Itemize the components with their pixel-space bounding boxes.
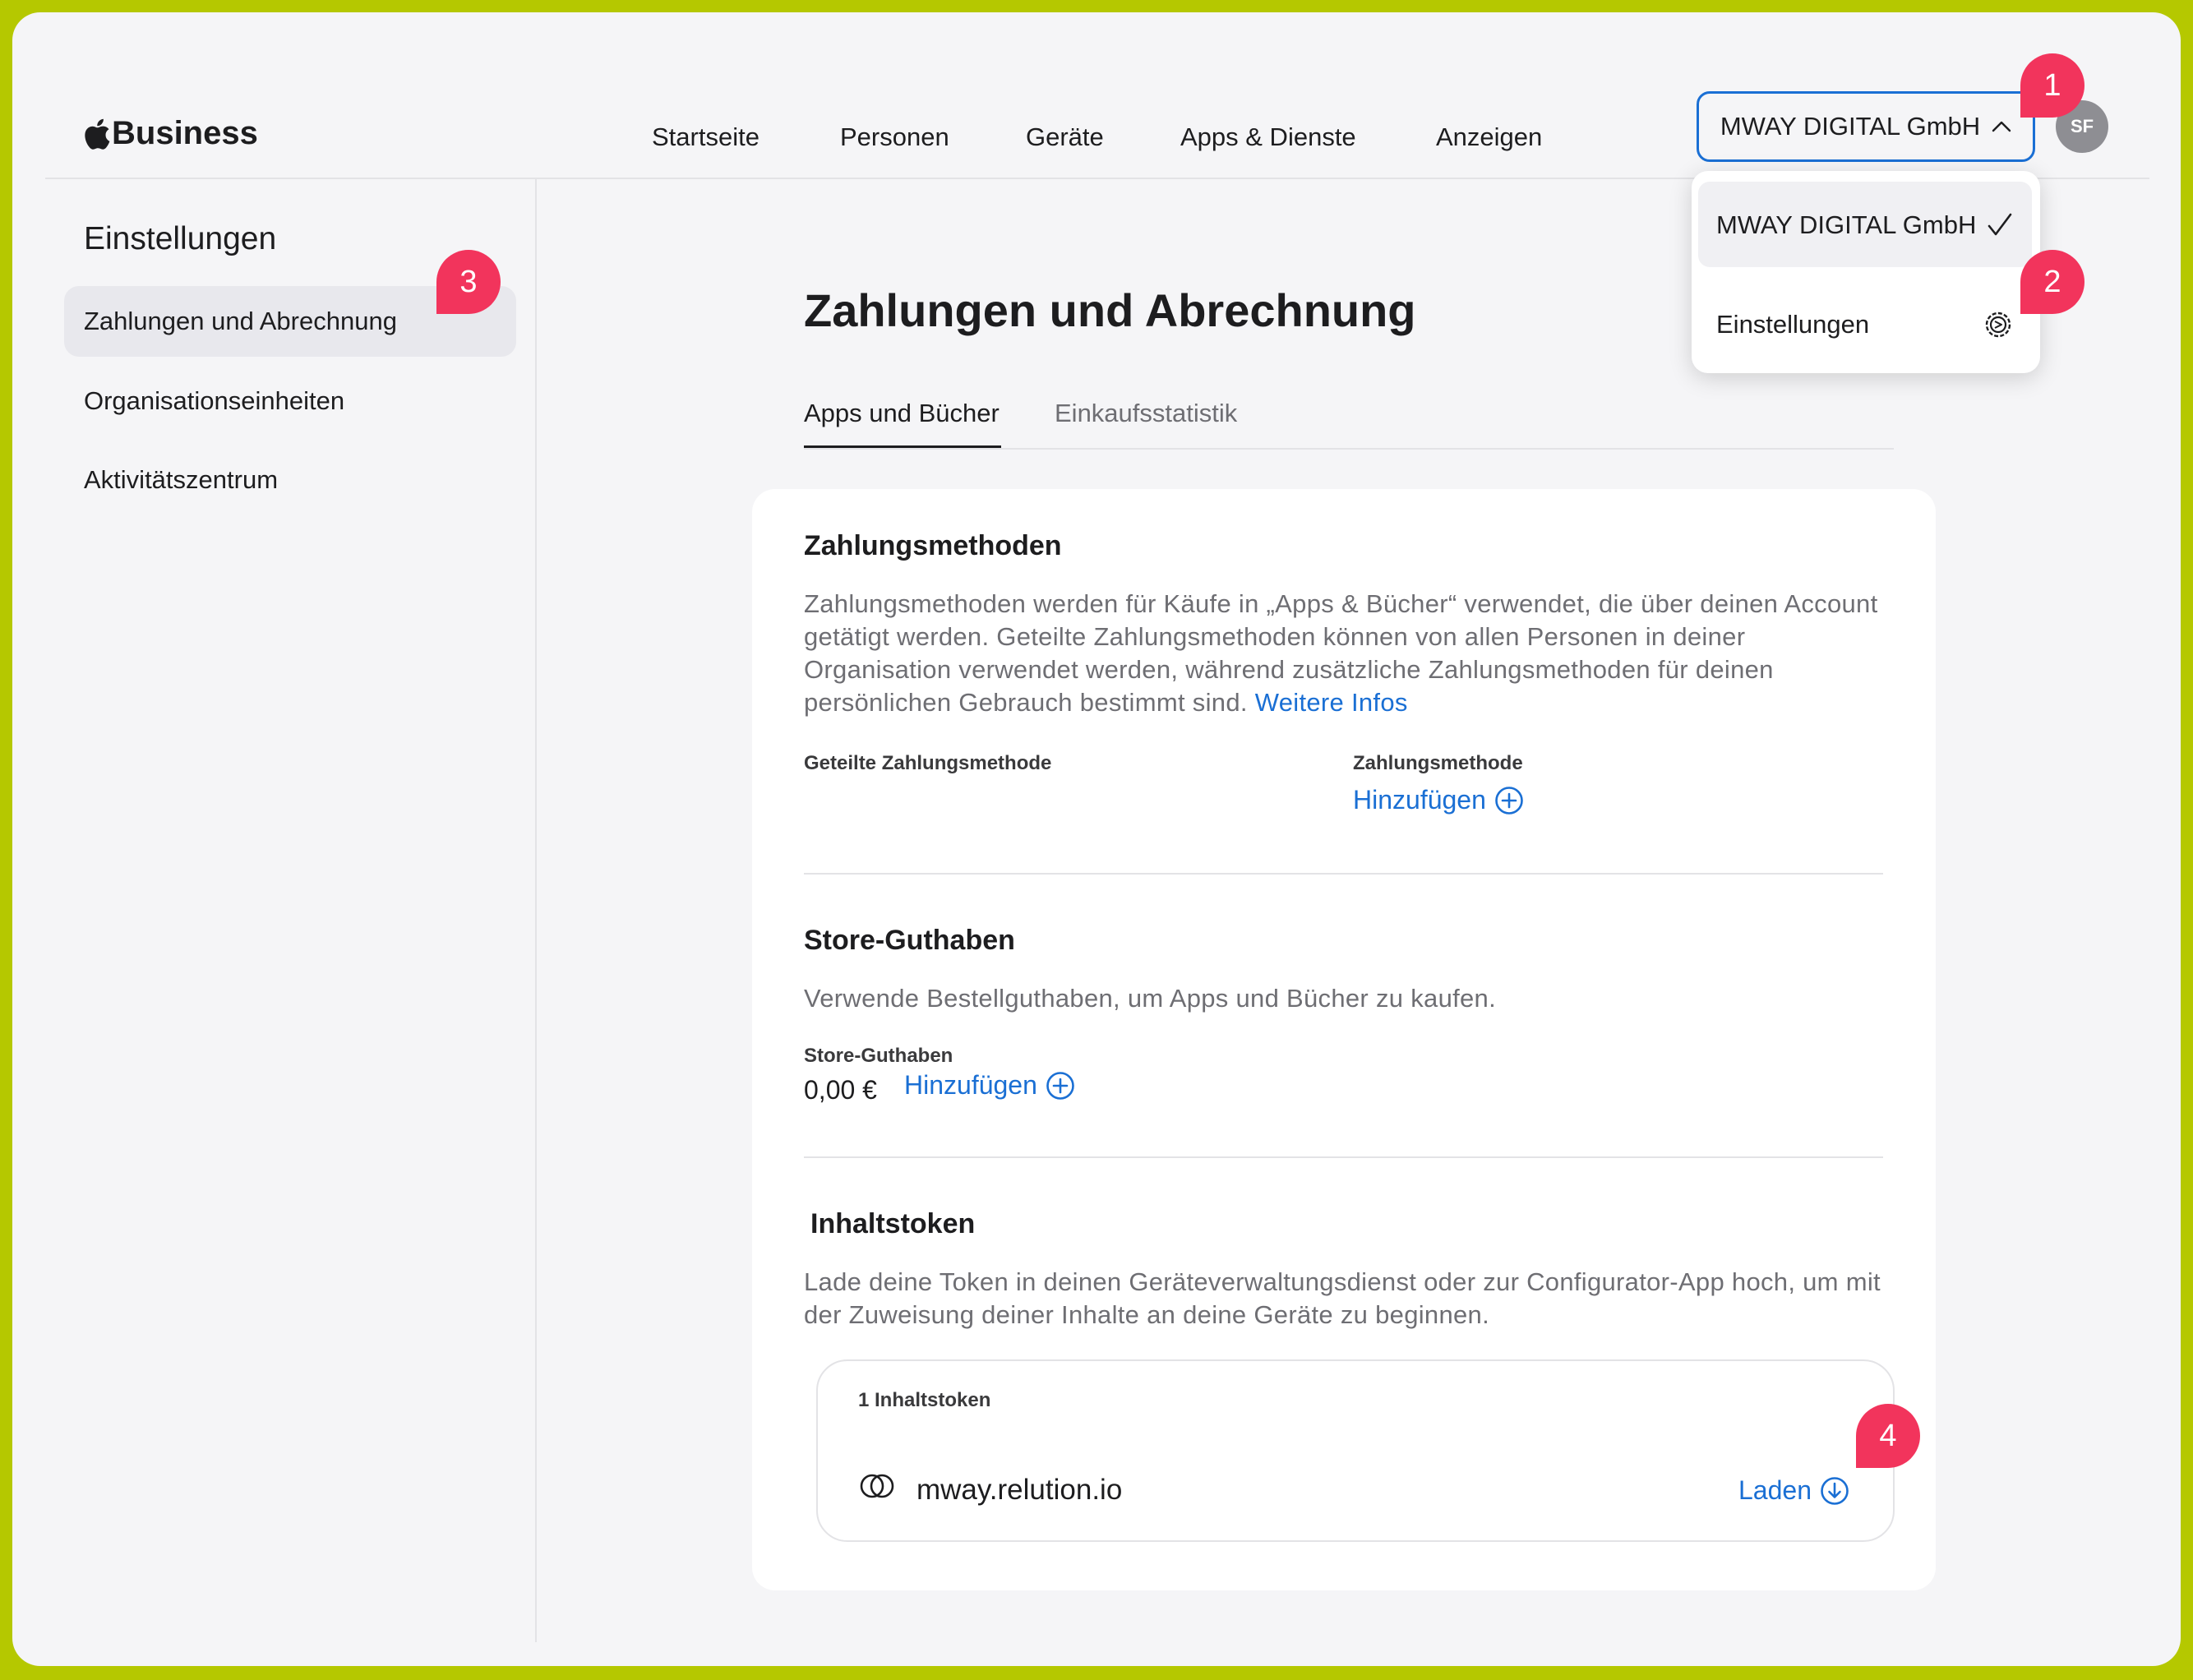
marker-1: 1	[2020, 53, 2085, 118]
org-menu-item-label: Einstellungen	[1716, 310, 1870, 339]
marker-2: 2	[2020, 250, 2085, 314]
token-name: mway.relution.io	[916, 1474, 1123, 1506]
marker-4: 4	[1856, 1404, 1920, 1468]
add-store-credit-label: Hinzufügen	[904, 1070, 1037, 1100]
sidebar-title: Einstellungen	[84, 221, 277, 256]
add-payment-label: Hinzufügen	[1353, 785, 1486, 815]
nav-personen[interactable]: Personen	[840, 122, 949, 152]
chevron-up-icon	[1992, 121, 2011, 132]
download-token-button[interactable]: Laden	[1738, 1475, 1849, 1506]
section-title-store-credit: Store-Guthaben	[804, 925, 1015, 956]
token-icon	[860, 1474, 894, 1498]
section-title-tokens: Inhaltstoken	[810, 1208, 976, 1239]
nav-startseite[interactable]: Startseite	[652, 122, 759, 152]
token-list	[816, 1359, 1895, 1542]
store-credit-description: Verwende Bestellguthaben, um Apps und Bü…	[804, 984, 1497, 1013]
sidebar-item-label: Aktivitätszentrum	[84, 465, 279, 494]
section-title-payment: Zahlungsmethoden	[804, 530, 1062, 561]
org-menu-item-label: MWAY DIGITAL GmbH	[1716, 210, 1977, 239]
payment-method-label: Zahlungsmethode	[1353, 752, 1523, 774]
tab-einkaufsstatistik[interactable]: Einkaufsstatistik	[1055, 399, 1237, 428]
add-store-credit-button[interactable]: Hinzufügen	[904, 1070, 1075, 1101]
download-token-label: Laden	[1738, 1475, 1812, 1505]
add-payment-method-button[interactable]: Hinzufügen	[1353, 785, 1524, 815]
org-selector-label: MWAY DIGITAL GmbH	[1720, 112, 1981, 141]
app-window: Business Startseite Personen Geräte Apps…	[12, 12, 2181, 1666]
shared-payment-label: Geteilte Zahlungsmethode	[804, 752, 1052, 774]
gear-icon	[1985, 312, 2011, 338]
page-title: Zahlungen und Abrechnung	[804, 284, 1416, 336]
tabs-divider	[804, 448, 1894, 450]
tokens-description: Lade deine Token in deinen Geräteverwalt…	[804, 1267, 1881, 1329]
org-selector-button[interactable]: MWAY DIGITAL GmbH	[1697, 91, 2035, 162]
download-circle-icon	[1821, 1476, 1849, 1505]
tab-apps-und-buecher[interactable]: Apps und Bücher	[804, 399, 1000, 428]
plus-circle-icon	[1495, 786, 1523, 815]
section-divider	[804, 873, 1883, 875]
sidebar-item-label: Zahlungen und Abrechnung	[84, 307, 397, 335]
sidebar-item-aktivitaetszentrum[interactable]: Aktivitätszentrum	[64, 445, 516, 515]
sidebar-item-organisationseinheiten[interactable]: Organisationseinheiten	[64, 366, 516, 436]
section-divider	[804, 1156, 1883, 1158]
apple-business-logo[interactable]: Business	[84, 115, 258, 152]
checkmark-icon	[1988, 213, 2012, 236]
marker-3: 3	[436, 250, 501, 314]
plus-circle-icon	[1046, 1071, 1074, 1100]
token-count-label: 1 Inhaltstoken	[858, 1389, 991, 1411]
sidebar-item-label: Organisationseinheiten	[84, 386, 345, 415]
store-credit-amount: 0,00 €	[804, 1075, 877, 1105]
nav-geraete[interactable]: Geräte	[1026, 122, 1104, 152]
brand-text: Business	[112, 115, 258, 151]
tab-active-indicator	[804, 445, 1001, 448]
apple-logo-icon	[85, 118, 110, 150]
more-info-link[interactable]: Weitere Infos	[1255, 688, 1408, 717]
nav-apps-dienste[interactable]: Apps & Dienste	[1180, 122, 1356, 152]
sidebar-divider	[535, 179, 537, 1642]
store-credit-label: Store-Guthaben	[804, 1045, 953, 1067]
payment-description: Zahlungsmethoden werden für Käufe in „Ap…	[804, 588, 1889, 719]
nav-anzeigen[interactable]: Anzeigen	[1436, 122, 1542, 152]
